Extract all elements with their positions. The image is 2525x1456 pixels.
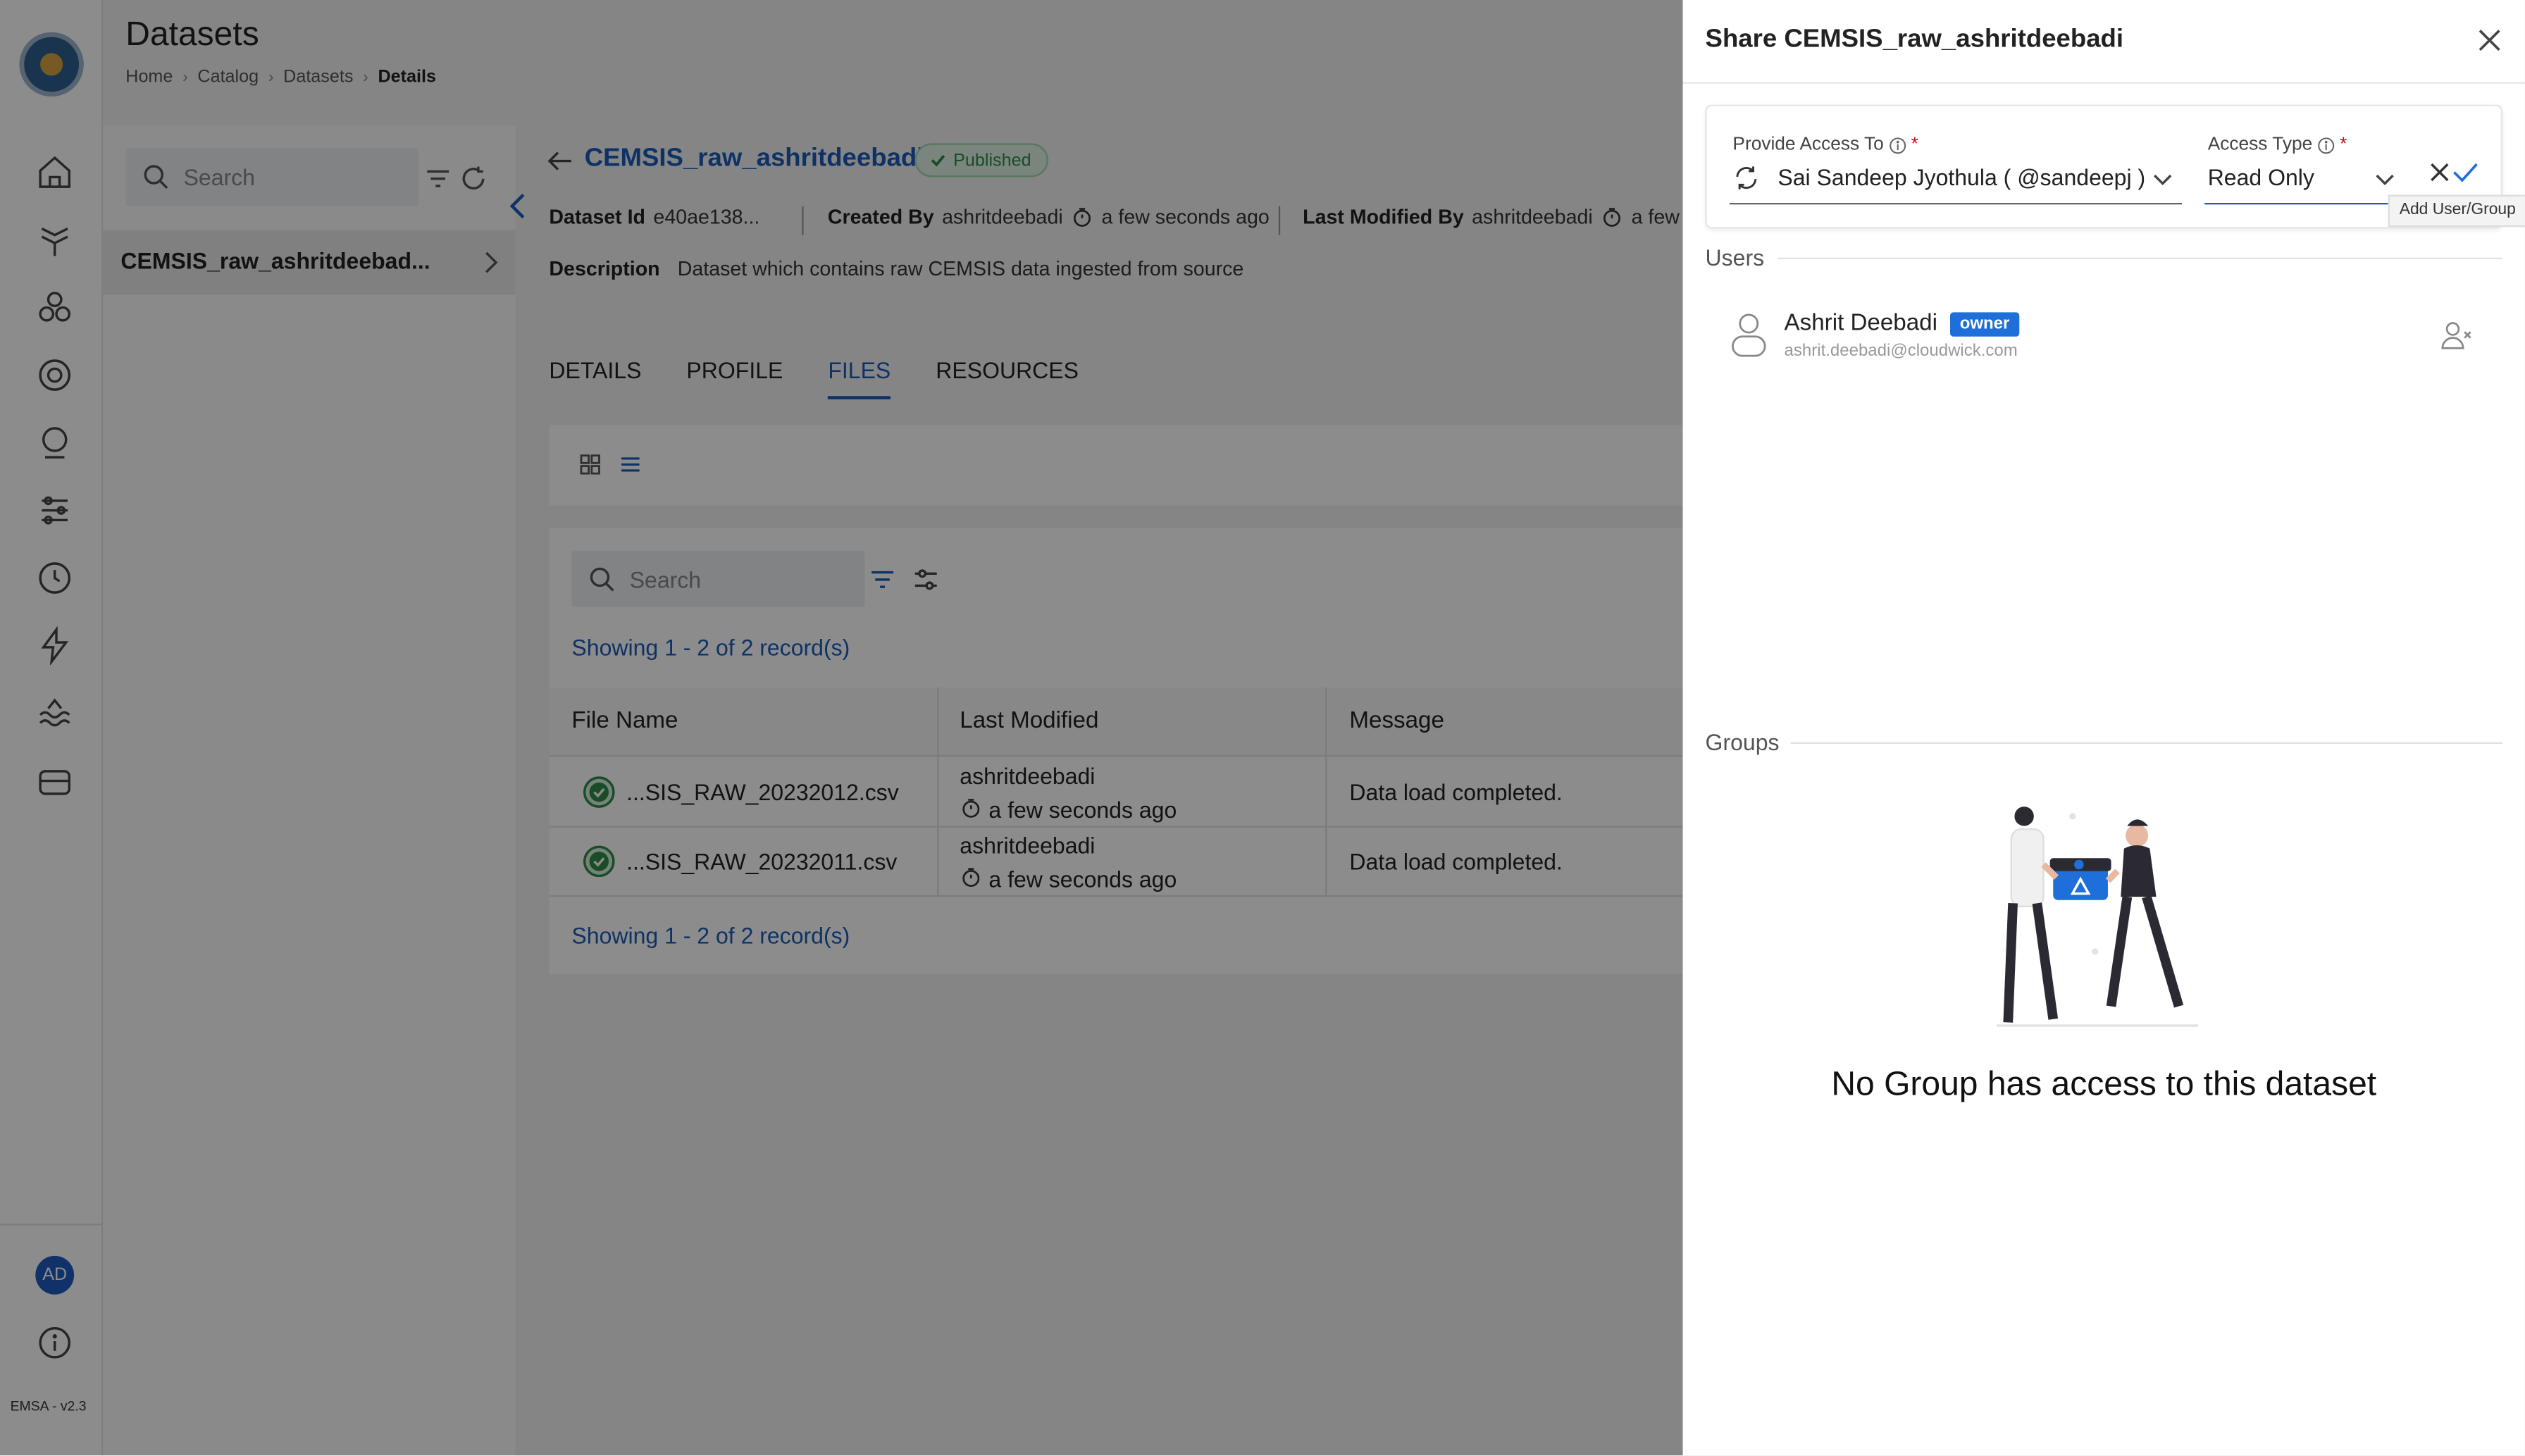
empty-state-illustration: [1997, 807, 2198, 1027]
drawer-title: Share CEMSIS_raw_ashritdeebadi: [1705, 25, 2124, 54]
user-name: Ashrit Deebadi: [1784, 311, 1937, 337]
user-email: ashrit.deebadi@cloudwick.com: [1784, 341, 2018, 361]
users-section-label: Users: [1705, 244, 1765, 270]
cancel-icon[interactable]: [2428, 161, 2451, 184]
access-type-label-text: Access Type: [2207, 135, 2313, 155]
confirm-check-icon[interactable]: [2451, 159, 2480, 185]
info-icon[interactable]: [1889, 136, 1906, 154]
remove-user-icon[interactable]: [2438, 317, 2474, 352]
empty-groups-message: No Group has access to this dataset: [1831, 1066, 2377, 1103]
access-type-label: Access Type *: [2208, 135, 2347, 154]
info-icon[interactable]: [2317, 136, 2335, 154]
owner-badge: owner: [1949, 312, 2020, 337]
provide-access-label: Provide Access To *: [1732, 135, 1918, 154]
drawer-divider: [1682, 82, 2525, 84]
section-divider: [1778, 257, 2502, 259]
close-icon[interactable]: [2475, 26, 2504, 55]
groups-section-label: Groups: [1705, 729, 1780, 755]
access-type-value: Read Only: [2207, 164, 2314, 190]
sync-icon[interactable]: [1732, 164, 1760, 192]
provide-access-value: Sai Sandeep Jyothula ( @sandeepj ): [1778, 164, 2146, 190]
required-mark: *: [2340, 135, 2347, 155]
chevron-down-icon[interactable]: [2153, 169, 2172, 188]
section-divider: [1790, 742, 2502, 744]
required-mark: *: [1911, 135, 1918, 155]
app-root: AD EMSA - v2.3 Datasets Home › Catalog ›…: [0, 0, 2525, 1456]
tooltip-add-user-group: Add User/Group: [2388, 194, 2525, 228]
chevron-down-icon[interactable]: [2375, 169, 2394, 188]
user-icon: [1732, 313, 1766, 357]
provide-access-label-text: Provide Access To: [1732, 135, 1884, 155]
